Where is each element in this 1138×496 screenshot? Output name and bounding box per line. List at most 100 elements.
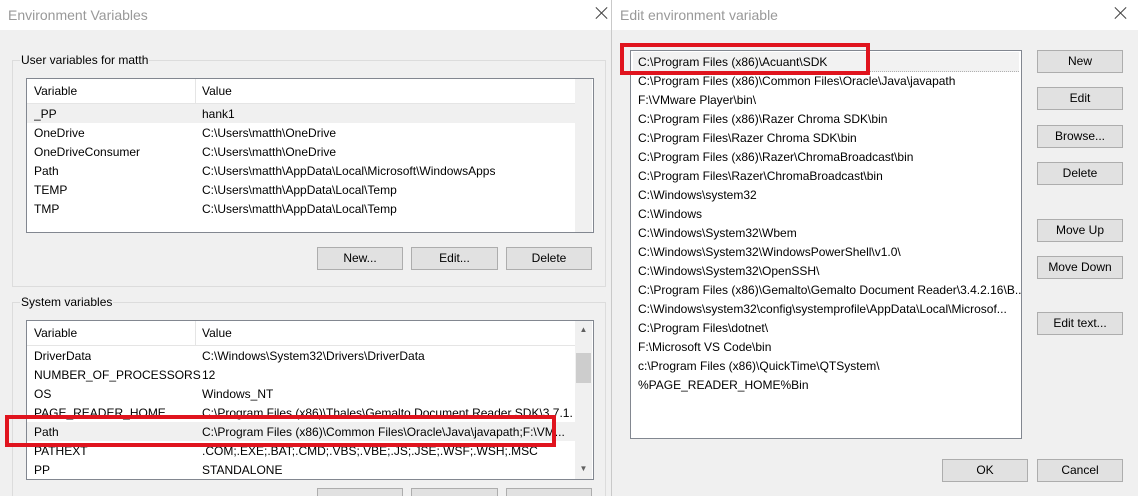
variable-value: C:\Users\matth\OneDrive bbox=[202, 126, 337, 140]
move-up-button[interactable]: Move Up bbox=[1037, 219, 1123, 242]
user-list-scrollbar[interactable] bbox=[575, 79, 592, 232]
list-item[interactable]: C:\Program Files\dotnet\ bbox=[633, 318, 1019, 337]
variable-name: DriverData bbox=[34, 349, 92, 363]
entry-text: C:\Program Files\dotnet\ bbox=[638, 321, 769, 335]
variable-name: OneDrive bbox=[34, 126, 85, 140]
variable-value: C:\Windows\System32\Drivers\DriverData bbox=[202, 349, 425, 363]
entry-text: C:\Program Files\Razer\ChromaBroadcast\b… bbox=[638, 169, 883, 183]
system-variables-label: System variables bbox=[20, 295, 114, 309]
table-row[interactable]: NUMBER_OF_PROCESSORS 12 bbox=[27, 365, 575, 384]
variable-name: PP bbox=[34, 463, 51, 477]
path-entries-list[interactable]: C:\Program Files (x86)\Acuant\SDK C:\Pro… bbox=[630, 50, 1022, 439]
variable-name: OneDriveConsumer bbox=[34, 145, 141, 159]
entry-text: %PAGE_READER_HOME%Bin bbox=[638, 378, 809, 392]
table-row[interactable]: TEMP C:\Users\matth\AppData\Local\Temp bbox=[27, 180, 575, 199]
system-new-button[interactable] bbox=[317, 488, 403, 496]
list-item[interactable]: C:\Program Files (x86)\Acuant\SDK bbox=[633, 52, 1019, 72]
list-item[interactable]: C:\Program Files\Razer Chroma SDK\bin bbox=[633, 128, 1019, 147]
system-variables-list[interactable]: Variable Value DriverData C:\Windows\Sys… bbox=[26, 320, 594, 480]
list-item[interactable]: c:\Program Files (x86)\QuickTime\QTSyste… bbox=[633, 356, 1019, 375]
edit-window-title: Edit environment variable bbox=[620, 7, 778, 23]
list-item[interactable]: F:\VMware Player\bin\ bbox=[633, 90, 1019, 109]
list-item[interactable]: C:\Program Files (x86)\Razer Chroma SDK\… bbox=[633, 109, 1019, 128]
variable-value: C:\Program Files (x86)\Thales\Gemalto Do… bbox=[202, 406, 572, 420]
list-item[interactable]: C:\Windows\System32\WindowsPowerShell\v1… bbox=[633, 242, 1019, 261]
list-header: Variable Value bbox=[27, 79, 575, 104]
variable-value: C:\Users\matth\AppData\Local\Temp bbox=[202, 202, 397, 216]
table-row[interactable]: OneDrive C:\Users\matth\OneDrive bbox=[27, 123, 575, 142]
column-header-variable[interactable]: Variable bbox=[34, 84, 77, 98]
ok-button[interactable]: OK bbox=[942, 459, 1028, 482]
table-row[interactable]: OneDriveConsumer C:\Users\matth\OneDrive bbox=[27, 142, 575, 161]
list-header: Variable Value bbox=[27, 321, 575, 346]
list-item[interactable]: C:\Windows bbox=[633, 204, 1019, 223]
env-titlebar: Environment Variables bbox=[0, 0, 611, 30]
list-item[interactable]: %PAGE_READER_HOME%Bin bbox=[633, 375, 1019, 394]
user-new-button[interactable]: New... bbox=[317, 247, 403, 270]
entry-text: C:\Program Files (x86)\Common Files\Orac… bbox=[638, 74, 956, 88]
entry-text: C:\Windows\System32\WindowsPowerShell\v1… bbox=[638, 245, 901, 259]
variable-value: hank1 bbox=[202, 107, 235, 121]
entry-text: C:\Program Files\Razer Chroma SDK\bin bbox=[638, 131, 857, 145]
variable-value: C:\Program Files (x86)\Common Files\Orac… bbox=[202, 425, 565, 439]
list-item[interactable]: C:\Program Files (x86)\Common Files\Orac… bbox=[633, 71, 1019, 90]
user-variables-list[interactable]: Variable Value _PP hank1 OneDrive C:\Use… bbox=[26, 78, 594, 233]
list-item[interactable]: C:\Program Files\Razer\ChromaBroadcast\b… bbox=[633, 166, 1019, 185]
column-header-variable[interactable]: Variable bbox=[34, 326, 77, 340]
scroll-down-arrow-icon[interactable]: ▼ bbox=[575, 460, 592, 477]
list-item[interactable]: C:\Program Files (x86)\Razer\ChromaBroad… bbox=[633, 147, 1019, 166]
table-row[interactable]: DriverData C:\Windows\System32\Drivers\D… bbox=[27, 346, 575, 365]
column-divider bbox=[195, 321, 196, 345]
variable-value: STANDALONE bbox=[202, 463, 283, 477]
entry-text: C:\Program Files (x86)\Acuant\SDK bbox=[638, 55, 828, 69]
table-row[interactable]: OS Windows_NT bbox=[27, 384, 575, 403]
table-row[interactable]: PAGE_READER_HOME C:\Program Files (x86)\… bbox=[27, 403, 575, 422]
entry-text: c:\Program Files (x86)\QuickTime\QTSyste… bbox=[638, 359, 880, 373]
column-header-value[interactable]: Value bbox=[202, 84, 232, 98]
user-delete-button[interactable]: Delete bbox=[506, 247, 592, 270]
entry-text: C:\Windows\System32\Wbem bbox=[638, 226, 797, 240]
delete-button[interactable]: Delete bbox=[1037, 162, 1123, 185]
table-row[interactable]: PATHEXT .COM;.EXE;.BAT;.CMD;.VBS;.VBE;.J… bbox=[27, 441, 575, 460]
table-row[interactable]: _PP hank1 bbox=[27, 104, 575, 123]
list-item[interactable]: C:\Program Files (x86)\Gemalto\Gemalto D… bbox=[633, 280, 1021, 299]
list-item[interactable]: C:\Windows\system32\config\systemprofile… bbox=[633, 299, 1019, 318]
edit-environment-variable-window: Edit environment variable C:\Program Fil… bbox=[612, 0, 1138, 496]
close-icon[interactable] bbox=[1114, 6, 1128, 20]
cancel-button[interactable]: Cancel bbox=[1037, 459, 1123, 482]
table-row[interactable]: Path C:\Program Files (x86)\Common Files… bbox=[27, 422, 575, 441]
system-list-scrollbar[interactable]: ▲ ▼ bbox=[575, 321, 592, 479]
table-row[interactable]: PP STANDALONE bbox=[27, 460, 575, 479]
close-icon[interactable] bbox=[595, 6, 609, 20]
entry-text: C:\Program Files (x86)\Razer\ChromaBroad… bbox=[638, 150, 914, 164]
entry-text: C:\Program Files (x86)\Razer Chroma SDK\… bbox=[638, 112, 888, 126]
variable-name: PATHEXT bbox=[34, 444, 88, 458]
scroll-up-arrow-icon[interactable]: ▲ bbox=[575, 321, 592, 338]
list-item[interactable]: C:\Windows\system32 bbox=[633, 185, 1019, 204]
move-down-button[interactable]: Move Down bbox=[1037, 256, 1123, 279]
scroll-thumb[interactable] bbox=[576, 353, 591, 383]
entry-text: C:\Windows\System32\OpenSSH\ bbox=[638, 264, 820, 278]
variable-name: PAGE_READER_HOME bbox=[34, 406, 166, 420]
list-item[interactable]: C:\Windows\System32\OpenSSH\ bbox=[633, 261, 1019, 280]
edit-button[interactable]: Edit bbox=[1037, 87, 1123, 110]
column-header-value[interactable]: Value bbox=[202, 326, 232, 340]
edit-titlebar: Edit environment variable bbox=[612, 0, 1138, 30]
list-item[interactable]: C:\Windows\System32\Wbem bbox=[633, 223, 1019, 242]
user-edit-button[interactable]: Edit... bbox=[411, 247, 498, 270]
variable-name: Path bbox=[34, 164, 59, 178]
system-delete-button[interactable] bbox=[506, 488, 592, 496]
table-row[interactable]: TMP C:\Users\matth\AppData\Local\Temp bbox=[27, 199, 575, 218]
entry-text: F:\Microsoft VS Code\bin bbox=[638, 340, 772, 354]
browse-button[interactable]: Browse... bbox=[1037, 125, 1123, 148]
variable-value: 12 bbox=[202, 368, 216, 382]
edit-text-button[interactable]: Edit text... bbox=[1037, 312, 1123, 335]
variable-name: OS bbox=[34, 387, 52, 401]
variable-value: C:\Users\matth\OneDrive bbox=[202, 145, 337, 159]
variable-value: C:\Users\matth\AppData\Local\Microsoft\W… bbox=[202, 164, 496, 178]
env-window-title: Environment Variables bbox=[8, 7, 148, 23]
list-item[interactable]: F:\Microsoft VS Code\bin bbox=[633, 337, 1019, 356]
table-row[interactable]: Path C:\Users\matth\AppData\Local\Micros… bbox=[27, 161, 575, 180]
system-edit-button[interactable] bbox=[411, 488, 498, 496]
new-button[interactable]: New bbox=[1037, 50, 1123, 73]
